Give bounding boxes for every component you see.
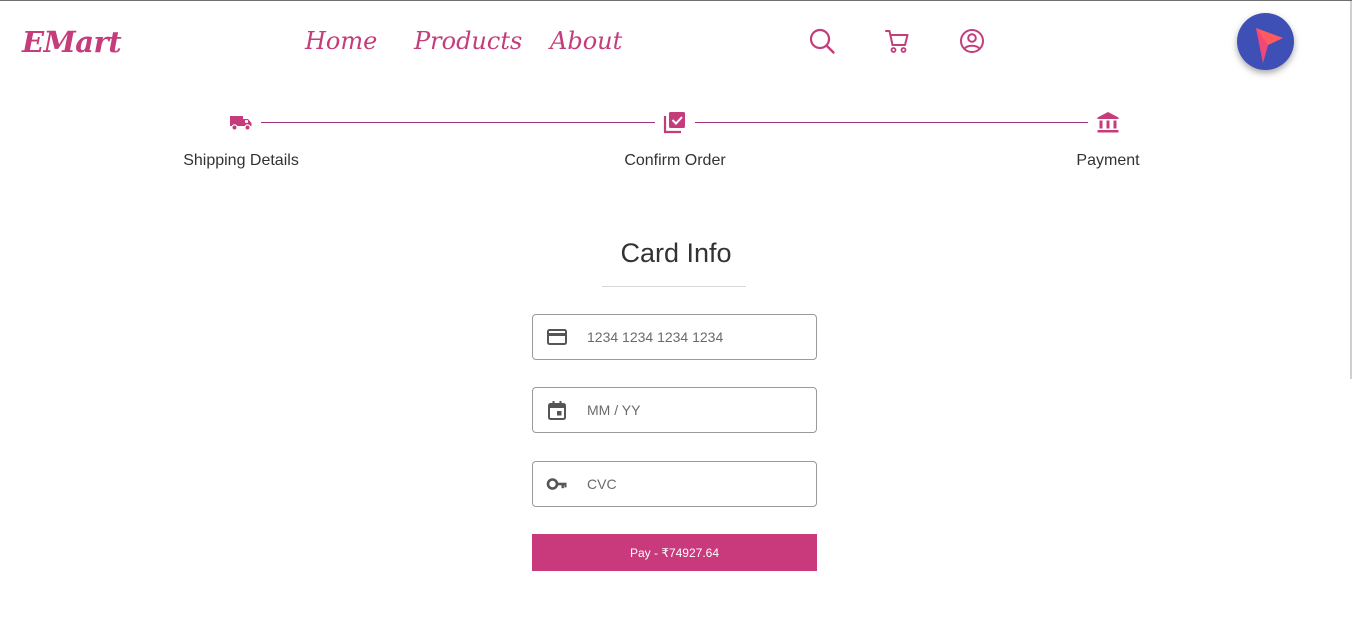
floating-action-button[interactable] <box>1237 13 1294 70</box>
stepper-connector <box>261 122 655 123</box>
credit-card-icon <box>546 326 568 348</box>
cart-icon[interactable] <box>883 27 911 55</box>
expiry-field[interactable] <box>532 387 817 433</box>
card-info-title: Card Info <box>620 238 732 268</box>
logo[interactable]: EMart <box>22 25 122 59</box>
nav-about[interactable]: About <box>550 27 622 55</box>
step-shipping-details: Shipping Details <box>183 152 299 169</box>
card-number-field[interactable] <box>532 314 817 360</box>
key-icon <box>546 473 568 495</box>
cvc-field[interactable] <box>532 461 817 507</box>
expiry-input[interactable] <box>587 388 807 432</box>
checkout-page: EMart Home Products About Shipping Detai… <box>0 0 1352 619</box>
nav-home[interactable]: Home <box>305 27 377 55</box>
nav-products[interactable]: Products <box>414 27 522 55</box>
stepper-connector <box>695 122 1088 123</box>
title-divider <box>602 286 746 287</box>
bank-icon <box>1095 109 1121 135</box>
account-icon[interactable] <box>958 27 986 55</box>
play-navigation-icon <box>1256 28 1283 63</box>
cvc-input[interactable] <box>587 462 807 506</box>
library-add-check-icon <box>662 109 688 135</box>
step-confirm-order: Confirm Order <box>624 152 726 169</box>
card-number-input[interactable] <box>587 315 807 359</box>
search-icon[interactable] <box>808 27 836 55</box>
step-payment: Payment <box>1076 152 1140 169</box>
truck-icon <box>228 109 254 135</box>
pay-button[interactable]: Pay - ₹74927.64 <box>532 534 817 571</box>
calendar-icon <box>546 399 568 421</box>
